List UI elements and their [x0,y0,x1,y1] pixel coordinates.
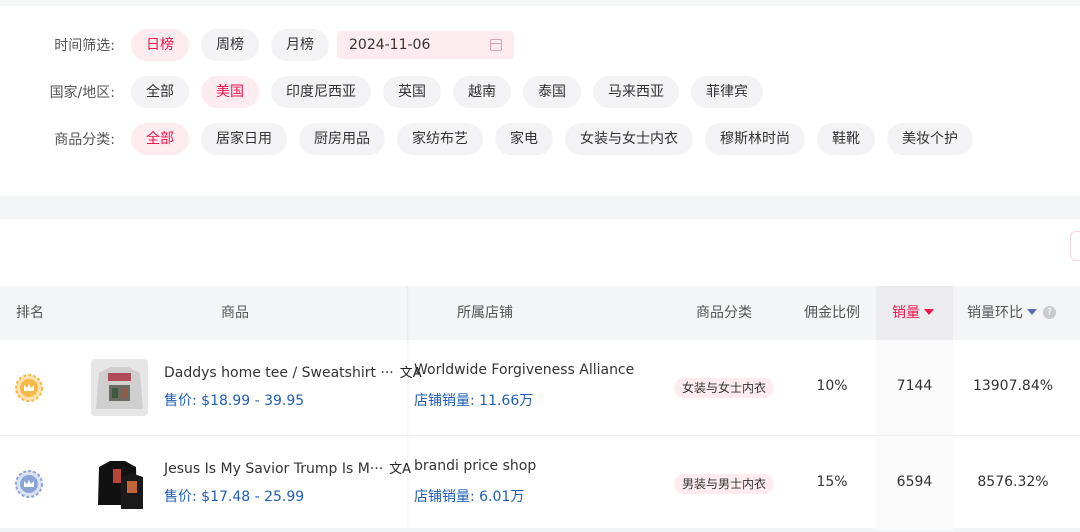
region-filter-label: 国家/地区: [49,85,115,101]
category-tag: 男装与男士内衣 [674,474,775,494]
region-filter-row: 国家/地区: 全部 美国 印度尼西亚 英国 越南 泰国 马来西亚 菲律宾 [0,76,775,108]
time-chip-monthly[interactable]: 月榜 [271,29,329,61]
header-commission[interactable]: 佣金比例 [794,286,870,340]
product-name[interactable]: Daddys home tee / Sweatshirt ··· 文A [164,362,422,381]
category-chip-home[interactable]: 居家日用 [201,123,287,155]
header-sales[interactable]: 销量 [876,286,953,340]
category-chip-beauty[interactable]: 美妆个护 [887,123,973,155]
header-shop: 所属店铺 [457,305,513,321]
header-sales-change-label: 销量环比 [967,305,1023,321]
category-filter-row: 商品分类: 全部 居家日用 厨房用品 家纺布艺 家电 女装与女士内衣 穆斯林时尚… [0,123,985,155]
price-label: 售价: [164,393,197,409]
region-chip-thailand[interactable]: 泰国 [523,76,581,108]
sort-icon [1027,309,1037,315]
category-chip-kitchen[interactable]: 厨房用品 [299,123,385,155]
sales-value: 6594 [896,474,933,490]
sales-change-value: 8576.32% [977,474,1049,490]
time-filter-label: 时间筛选: [54,38,115,54]
table-row[interactable]: Jesus Is My Savior Trump Is M··· 文A 售价: $… [0,436,1080,532]
date-value: 2024-11-06 [349,37,431,53]
product-price: 售价: $17.48 - 25.99 [164,486,304,506]
category-chip-all[interactable]: 全部 [131,123,189,155]
category-chip-shoes[interactable]: 鞋靴 [817,123,875,155]
table-header: 排名 商品 所属店铺 商品分类 佣金比例 销量 销量环比? [0,286,1080,340]
price-label: 售价: [164,489,197,505]
corner-button[interactable] [1070,231,1080,261]
gold-medal-icon [15,374,43,402]
product-thumbnail[interactable] [91,359,148,416]
shop-sales-label: 店铺销量: [414,393,475,409]
category-chip-womenswear[interactable]: 女装与女士内衣 [565,123,693,155]
sales-value: 7144 [896,378,933,394]
shop-sales-value: 11.66万 [479,393,534,409]
region-chip-us[interactable]: 美国 [201,76,259,108]
table-row[interactable]: Daddys home tee / Sweatshirt ··· 文A 售价: $… [0,340,1080,436]
price-value: $17.48 - 25.99 [201,489,305,505]
shop-sales-label: 店铺销量: [414,489,475,505]
region-chip-philippines[interactable]: 菲律宾 [691,76,763,108]
time-chip-daily[interactable]: 日榜 [131,29,189,61]
header-category: 商品分类 [696,305,752,321]
header-product: 商品 [221,305,249,321]
time-chip-weekly[interactable]: 周榜 [201,29,259,61]
product-thumbnail[interactable] [91,455,148,512]
sort-desc-icon [924,309,934,315]
header-sales-change[interactable]: 销量环比? [967,286,1056,340]
category-filter-label: 商品分类: [54,132,115,148]
commission-value: 10% [816,378,848,394]
category-tag: 女装与女士内衣 [674,378,775,398]
header-rank: 排名 [16,305,44,321]
sticky-column-shadow [407,286,409,528]
product-name-text: Daddys home tee / Sweatshirt ··· [164,365,394,381]
product-name[interactable]: Jesus Is My Savior Trump Is M··· 文A [164,458,411,477]
calendar-icon [490,39,502,51]
silver-medal-icon [15,470,43,498]
category-chip-muslim-fashion[interactable]: 穆斯林时尚 [705,123,805,155]
product-price: 售价: $18.99 - 39.95 [164,390,304,410]
category-chip-textiles[interactable]: 家纺布艺 [397,123,483,155]
shop-sales: 店铺销量: 6.01万 [414,486,524,506]
region-chip-indonesia[interactable]: 印度尼西亚 [271,76,371,108]
region-chip-all[interactable]: 全部 [131,76,189,108]
commission-value: 15% [816,474,848,490]
shop-name[interactable]: brandi price shop [414,458,536,474]
region-chip-vietnam[interactable]: 越南 [453,76,511,108]
header-sales-label: 销量 [892,305,920,321]
region-chip-uk[interactable]: 英国 [383,76,441,108]
shop-sales: 店铺销量: 11.66万 [414,390,533,410]
price-value: $18.99 - 39.95 [201,393,305,409]
region-chip-malaysia[interactable]: 马来西亚 [593,76,679,108]
section-gap [0,195,1080,219]
shop-sales-value: 6.01万 [479,489,525,505]
shop-name[interactable]: Worldwide Forgiveness Alliance [414,362,634,378]
time-filter-row: 时间筛选: 日榜 周榜 月榜 2024-11-06 [0,29,514,61]
help-icon[interactable]: ? [1043,305,1056,319]
filter-panel: 时间筛选: 日榜 周榜 月榜 2024-11-06 国家/地区: 全部 美国 印… [0,6,1080,195]
ranking-panel: 排名 商品 所属店铺 商品分类 佣金比例 销量 销量环比? Daddys hom… [0,219,1080,532]
category-chip-appliances[interactable]: 家电 [495,123,553,155]
sales-change-value: 13907.84% [972,378,1054,394]
date-picker[interactable]: 2024-11-06 [337,31,514,59]
product-name-text: Jesus Is My Savior Trump Is M··· [164,461,384,477]
